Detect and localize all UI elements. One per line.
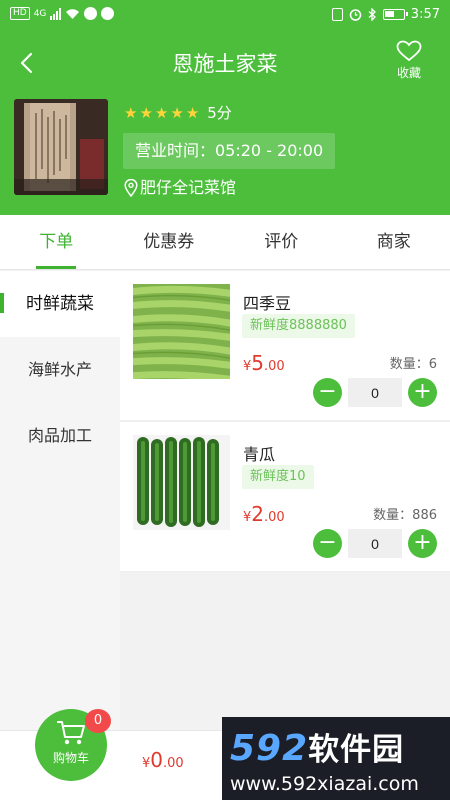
increase-button[interactable]: + [408, 378, 437, 407]
location-pin-icon [124, 179, 138, 197]
star-icon: ★ [185, 104, 200, 122]
stock-quantity: 数量：886 [373, 508, 437, 523]
product-name: 四季豆 [243, 294, 292, 313]
rating: ★ ★ ★ ★ ★ 5分 [124, 104, 232, 122]
bluetooth-icon [368, 8, 376, 21]
cart-total: ¥0.00 [142, 748, 184, 772]
battery-icon [382, 9, 408, 20]
category-seafood[interactable]: 海鲜水产 [0, 337, 120, 403]
star-icon: ★ [124, 104, 138, 122]
increase-button[interactable]: + [408, 529, 437, 558]
freshness-tag: 新鲜度10 [242, 465, 314, 489]
tab-reviews[interactable]: 评价 [225, 215, 338, 269]
shopping-cart-icon [57, 721, 85, 745]
heart-icon [396, 40, 422, 62]
star-icon: ★ [154, 104, 169, 122]
shop-header: HD 4G 3:57 恩施土家菜 收藏 ★ ★ ★ ★ ★ 5分 营业时间：05… [0, 0, 450, 215]
watermark-brand: 软件园 [308, 732, 405, 768]
product-card[interactable]: 四季豆 新鲜度8888880 ¥5.00 数量：6 − + [120, 271, 450, 422]
product-card[interactable]: 青瓜 新鲜度10 ¥2.00 数量：886 − + [120, 422, 450, 573]
favorite-button[interactable]: 收藏 [394, 40, 424, 81]
product-price: ¥5.00 [243, 351, 285, 375]
decrease-button[interactable]: − [313, 378, 342, 407]
watermark-number: 592 [230, 728, 309, 769]
product-name: 青瓜 [243, 445, 276, 464]
quantity-input[interactable] [348, 529, 402, 558]
nfc-icon [331, 8, 343, 21]
wifi-icon [66, 8, 80, 19]
notification-icon [101, 7, 115, 20]
product-list: 四季豆 新鲜度8888880 ¥5.00 数量：6 − + [120, 271, 450, 573]
star-icon: ★ [170, 104, 184, 122]
product-image [133, 284, 230, 379]
quantity-stepper: − + [313, 529, 437, 558]
status-bar: HD 4G 3:57 [0, 0, 450, 30]
shop-address[interactable]: 肥仔全记菜馆 [124, 178, 236, 198]
stock-quantity: 数量：6 [389, 357, 437, 372]
tab-coupons[interactable]: 优惠券 [113, 215, 226, 269]
tab-bar: 下单 优惠券 评价 商家 [0, 215, 450, 270]
favorite-label: 收藏 [396, 66, 421, 80]
cart-count-badge: 0 [85, 709, 111, 733]
tab-merchant[interactable]: 商家 [338, 215, 450, 269]
freshness-tag: 新鲜度8888880 [242, 314, 355, 338]
network-type: 4G [33, 8, 47, 19]
category-sidebar: 时鲜蔬菜 海鲜水产 肉品加工 [0, 271, 120, 730]
star-icon: ★ [139, 104, 153, 122]
message-icon [84, 7, 98, 20]
signal-icon [50, 7, 62, 20]
business-hours: 营业时间：05:20 - 20:00 [123, 133, 336, 169]
address-text: 肥仔全记菜馆 [140, 178, 237, 197]
shop-title: 恩施土家菜 [172, 52, 278, 76]
decrease-button[interactable]: − [313, 529, 342, 558]
alarm-icon [349, 9, 362, 21]
category-fresh-vegetables[interactable]: 时鲜蔬菜 [0, 271, 120, 337]
category-meat-products[interactable]: 肉品加工 [0, 403, 120, 469]
product-price: ¥2.00 [243, 502, 285, 526]
rating-score: 5分 [207, 104, 232, 122]
tab-order[interactable]: 下单 [0, 215, 113, 269]
quantity-stepper: − + [313, 378, 437, 407]
shop-avatar [14, 99, 108, 195]
watermark-url: www.592xiazai.com [230, 773, 419, 795]
product-image [133, 435, 230, 530]
hd-indicator: HD [10, 7, 30, 20]
clock: 3:57 [410, 7, 440, 22]
site-watermark: 592软件园 www.592xiazai.com [222, 717, 450, 800]
quantity-input[interactable] [348, 378, 402, 407]
cart-label: 购物车 [52, 751, 89, 765]
